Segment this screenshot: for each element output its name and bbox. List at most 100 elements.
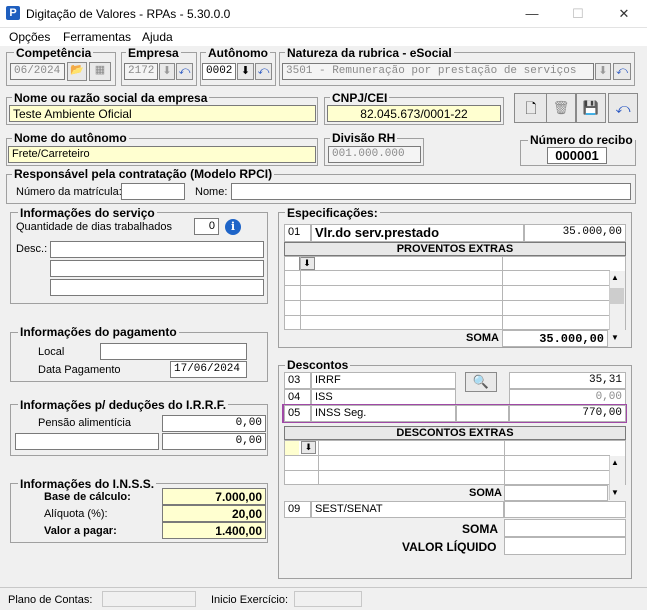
magnifier-icon[interactable]: 🔍 <box>465 372 497 392</box>
spec-code: 01 <box>284 224 311 242</box>
descontos-soma-value <box>504 485 608 501</box>
desconto-inss-code: 05 <box>284 405 311 422</box>
scroll-up-icon[interactable]: ▲ <box>611 273 619 282</box>
aliquota-value[interactable]: 20,00 <box>162 505 266 522</box>
natureza-undo-icon[interactable]: ⤺ <box>613 63 631 80</box>
proventos-soma-label: SOMA <box>466 332 499 344</box>
recibo-value: 000001 <box>547 147 607 164</box>
proventos-grid-line <box>284 315 610 316</box>
minimize-button[interactable]: — <box>509 0 555 28</box>
proventos-grid[interactable] <box>284 256 626 330</box>
competencia-input[interactable]: 06/2024 <box>10 63 65 80</box>
spec-value[interactable]: 35.000,00 <box>524 224 626 242</box>
undo-icon[interactable]: ⤺ <box>608 93 638 123</box>
nome-autonomo-input[interactable]: Frete/Carreteiro <box>8 146 316 163</box>
inss-label: Informações do I.N.S.S. <box>18 477 157 491</box>
desconto-irrf-desc: IRRF <box>311 372 456 389</box>
cnpj-input[interactable]: 82.045.673/0001-22 <box>327 105 501 122</box>
descontos-grid-divider <box>318 440 319 485</box>
natureza-input[interactable]: 3501 - Remuneração por prestação de serv… <box>282 63 594 80</box>
desc-input-3[interactable] <box>50 279 264 296</box>
app-icon: P <box>6 6 20 20</box>
dias-input[interactable]: 0 <box>194 218 219 235</box>
irrf-label: Informações p/ deduções do I.R.R.F. <box>18 398 229 412</box>
desconto-inss-value[interactable]: 770,00 <box>509 405 626 422</box>
desconto-inss-spacer <box>456 405 509 422</box>
plano-contas-value <box>102 591 196 607</box>
empresa-input[interactable]: 2172 <box>124 63 158 80</box>
desc-input-2[interactable] <box>50 260 264 277</box>
valor-pagar-label: Valor a pagar: <box>44 525 117 537</box>
maximize-button[interactable]: ☐ <box>555 0 601 28</box>
local-input[interactable] <box>100 343 247 360</box>
desc-label: Desc.: <box>16 243 48 255</box>
save-icon[interactable]: 💾 <box>576 93 606 123</box>
scroll-up-icon[interactable]: ▲ <box>611 458 619 467</box>
proventos-grid-divider <box>502 256 503 330</box>
responsavel-nome-input[interactable] <box>231 183 631 200</box>
proventos-grid-line <box>284 270 610 271</box>
valor-liquido-label: VALOR LÍQUIDO <box>402 540 497 554</box>
nome-empresa-input[interactable]: Teste Ambiente Oficial <box>9 105 316 122</box>
scroll-down-icon[interactable]: ▼ <box>611 333 619 342</box>
nome-empresa-label: Nome ou razão social da empresa <box>12 91 210 105</box>
irrf-value-input[interactable]: 0,00 <box>162 433 266 450</box>
desconto-inss-desc: INSS Seg. <box>311 405 456 422</box>
desc-input-1[interactable] <box>50 241 264 258</box>
close-button[interactable]: ✕ <box>601 0 647 28</box>
divisao-label: Divisão RH <box>330 131 398 145</box>
delete-icon[interactable]: 🗑 <box>546 93 576 123</box>
menu-opcoes[interactable]: Opções <box>9 30 50 44</box>
empresa-undo-icon[interactable]: ⤺ <box>176 63 193 80</box>
empresa-label: Empresa <box>126 46 181 60</box>
new-document-icon[interactable]: 🗋 <box>514 93 548 123</box>
cnpj-label: CNPJ/CEI <box>330 91 390 105</box>
sest-value[interactable] <box>504 501 626 518</box>
data-pagamento-input[interactable]: 17/06/2024 <box>170 361 247 378</box>
especificacoes-label: Especificações: <box>285 206 380 220</box>
divisao-input[interactable]: 001.000.000 <box>328 146 421 163</box>
recibo-label: Número do recibo <box>528 133 635 147</box>
valor-pagar-value[interactable]: 1.400,00 <box>162 522 266 539</box>
inicio-exercicio-value <box>294 591 362 607</box>
proventos-grid-divider <box>300 256 301 330</box>
sest-code: 09 <box>284 501 311 518</box>
scroll-down-icon[interactable]: ▼ <box>611 488 619 497</box>
descontos-soma-label: SOMA <box>469 487 502 499</box>
irrf-desc-input[interactable] <box>15 433 159 450</box>
info-icon[interactable]: i <box>225 219 241 235</box>
status-divider <box>0 587 647 588</box>
autonomo-input[interactable]: 0002 <box>202 63 236 80</box>
descontos-grid[interactable] <box>284 440 626 485</box>
descontos-lookup-icon[interactable]: ⬇ <box>301 441 316 454</box>
autonomo-label: Autônomo <box>206 46 270 60</box>
folder-open-icon[interactable]: 📂 <box>67 62 87 81</box>
natureza-lookup-icon[interactable]: ⬇ <box>595 63 611 80</box>
descontos-grid-line <box>284 455 610 456</box>
autonomo-lookup-icon[interactable]: ⬇ <box>237 63 254 80</box>
base-value[interactable]: 7.000,00 <box>162 488 266 505</box>
pagamento-label: Informações do pagamento <box>18 325 179 339</box>
autonomo-undo-icon[interactable]: ⤺ <box>255 63 272 80</box>
sest-desc: SEST/SENAT <box>311 501 504 518</box>
window-title: Digitação de Valores - RPAs - 5.30.0.0 <box>26 7 231 21</box>
servico-label: Informações do serviço <box>18 206 157 220</box>
menu-ajuda[interactable]: Ajuda <box>142 30 173 44</box>
menu-ferramentas[interactable]: Ferramentas <box>63 30 131 44</box>
descontos-label: Descontos <box>285 358 351 372</box>
proventos-grid-line <box>284 300 610 301</box>
desconto-irrf-value[interactable]: 35,31 <box>509 372 626 389</box>
total-soma-value <box>504 519 626 537</box>
inicio-exercicio-label: Inicio Exercício: <box>211 594 289 606</box>
calendar-icon[interactable]: ▦ <box>89 62 111 81</box>
proventos-lookup-icon[interactable]: ⬇ <box>299 257 315 270</box>
pensao-input[interactable]: 0,00 <box>162 415 266 432</box>
aliquota-label: Alíquota (%): <box>44 508 108 520</box>
descontos-grid-cell <box>285 441 299 455</box>
scroll-thumb[interactable] <box>610 288 624 304</box>
responsavel-label: Responsável pela contratação (Modelo RPC… <box>12 167 275 181</box>
empresa-lookup-icon[interactable]: ⬇ <box>159 63 175 80</box>
plano-contas-label: Plano de Contas: <box>8 594 93 606</box>
matricula-input[interactable] <box>121 183 185 200</box>
descontos-grid-divider <box>504 440 505 485</box>
